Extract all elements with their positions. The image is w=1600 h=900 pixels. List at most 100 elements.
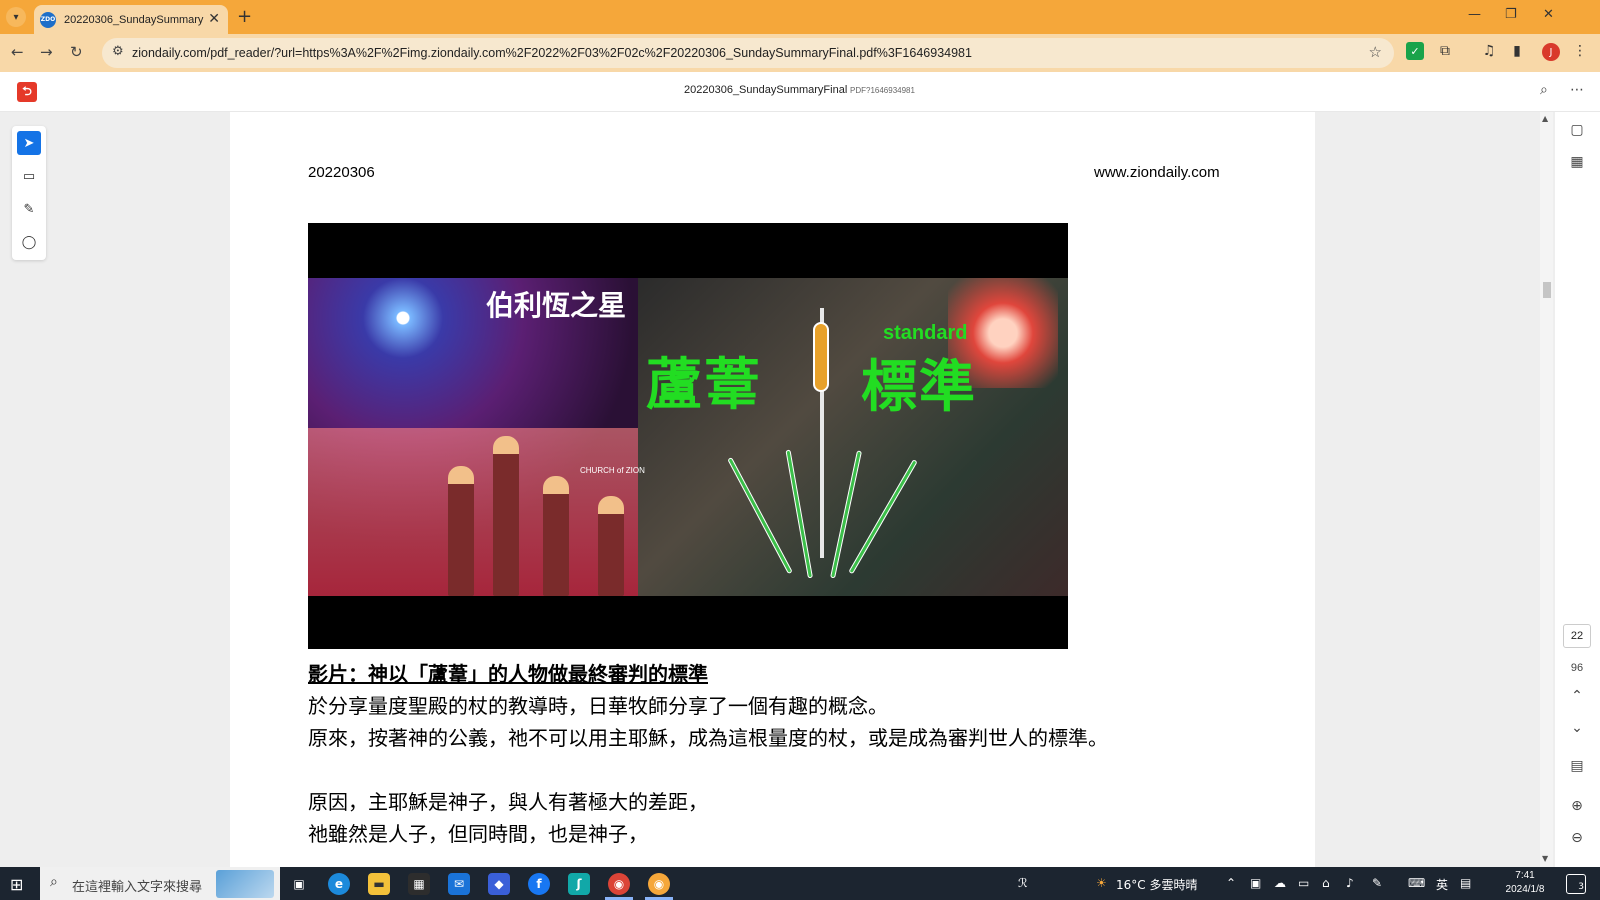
side-panel-icon[interactable]: ▮ (1508, 42, 1526, 60)
task-view-icon[interactable]: ▣ (288, 873, 310, 895)
thumbnails-grid-icon[interactable]: ▦ (1565, 150, 1589, 174)
scroll-down-arrow-icon[interactable]: ▼ (1542, 854, 1548, 863)
navigation-bar: ← → ↻ ⚙ ziondaily.com/pdf_reader/?url=ht… (0, 34, 1600, 72)
zoom-in-icon[interactable]: ⊕ (1565, 794, 1589, 818)
annotation-toolbar: ➤ ▭ ✎ ◯ (12, 126, 46, 260)
chrome-icon[interactable]: ◉ (608, 873, 630, 895)
page-header-date: 20220306 (308, 164, 375, 181)
tab-search-button[interactable]: ▾ (6, 7, 26, 27)
scrollbar-thumb[interactable] (1543, 282, 1551, 298)
current-page-number[interactable]: 22 (1563, 624, 1591, 648)
suited-figure (598, 496, 624, 596)
video-thumbnail-image: 伯利恆之星 蘆葦 standard 標準 CHURCH of ZION (308, 223, 1068, 649)
pdf-viewer-area: ➤ ▭ ✎ ◯ 20220306 www.ziondaily.com 伯利恆之星… (0, 112, 1600, 867)
lasso-icon[interactable]: ◯ (17, 230, 41, 254)
paragraph-line: 祂雖然是人子，但同時間，也是神子， (308, 822, 648, 846)
clock-date: 2024/1/8 (1505, 884, 1545, 895)
new-tab-icon[interactable]: + (237, 6, 252, 27)
pdf-more-icon[interactable]: ⋯ (1570, 82, 1584, 98)
add-comment-icon[interactable]: ▭ (17, 164, 41, 188)
meet-now-icon[interactable]: ▣ (1250, 876, 1261, 890)
next-page-icon[interactable]: ⌄ (1565, 716, 1589, 740)
battery-icon[interactable]: ▭ (1298, 876, 1309, 890)
comments-panel-icon[interactable]: ▢ (1565, 118, 1589, 142)
back-icon[interactable]: ← (11, 43, 24, 61)
pdf-search-icon[interactable]: ⌕ (1540, 82, 1548, 98)
thumbnail-text-reed: 蘆葦 (646, 353, 762, 418)
facebook-icon[interactable]: f (528, 873, 550, 895)
people-icon[interactable]: ℛ (1018, 876, 1028, 890)
reload-icon[interactable]: ↻ (70, 43, 83, 61)
copilot-icon[interactable]: ◆ (488, 873, 510, 895)
zoom-out-icon[interactable]: ⊖ (1565, 826, 1589, 850)
weather-text[interactable]: 16°C 多雲時晴 (1116, 876, 1197, 893)
previous-page-icon[interactable]: ⌃ (1565, 684, 1589, 708)
acrobat-logo-icon: ⮌ (17, 82, 37, 102)
scroll-up-arrow-icon[interactable]: ▲ (1542, 114, 1548, 123)
media-controls-icon[interactable]: ♫ (1480, 42, 1498, 60)
address-bar[interactable]: ⚙ ziondaily.com/pdf_reader/?url=https%3A… (102, 38, 1394, 68)
microsoft-store-icon[interactable]: ▦ (408, 873, 430, 895)
ime-mode-icon[interactable]: ▤ (1460, 876, 1471, 890)
notification-center-icon[interactable]: 3 (1566, 874, 1586, 894)
file-explorer-icon[interactable]: ▬ (368, 873, 390, 895)
suited-figure (448, 466, 474, 596)
pen-icon[interactable]: ✎ (1372, 876, 1382, 890)
forward-icon[interactable]: → (40, 43, 53, 61)
restore-icon[interactable]: ❐ (1505, 7, 1517, 22)
draw-pen-icon[interactable]: ✎ (17, 197, 41, 221)
search-highlight-image (216, 870, 274, 898)
windows-start-icon[interactable]: ⊞ (10, 875, 23, 894)
search-icon: ⌕ (50, 874, 58, 890)
pdf-file-query: PDF?1646934981 (850, 86, 915, 95)
app-script-icon[interactable]: ʃ (568, 873, 590, 895)
ime-indicator[interactable]: 英 (1436, 876, 1448, 893)
weather-icon[interactable]: ☀ (1096, 876, 1107, 890)
notification-count: 3 (1578, 882, 1584, 892)
tab-title: 20220306_SundaySummaryF (64, 13, 204, 26)
show-hidden-icons-icon[interactable]: ⌃ (1226, 876, 1236, 890)
select-cursor-icon[interactable]: ➤ (17, 131, 41, 155)
zion-favicon-icon: ZDO (40, 11, 56, 28)
clock-time: 7:41 (1515, 870, 1535, 881)
bookmark-star-icon[interactable]: ☆ (1369, 43, 1382, 61)
paragraph-line: 原來，按著神的公義，祂不可以用主耶穌，成為這根量度的杖，或是成為審判世人的標準。 (308, 726, 1108, 750)
paragraph-line: 原因，主耶穌是神子，與人有著極大的差距， (308, 790, 708, 814)
keyboard-icon[interactable]: ⌨ (1408, 876, 1425, 890)
pdf-page: 20220306 www.ziondaily.com 伯利恆之星 蘆葦 stan… (230, 112, 1315, 867)
volume-icon[interactable]: ♪ (1346, 876, 1354, 890)
page-info-icon[interactable]: ▤ (1565, 754, 1589, 778)
edge-browser-icon[interactable]: e (328, 873, 350, 895)
url-text: ziondaily.com/pdf_reader/?url=https%3A%2… (132, 46, 972, 60)
taskbar-search-box[interactable]: ⌕ 在這裡輸入文字來搜尋 (40, 867, 280, 900)
browser-menu-icon[interactable]: ⋮ (1571, 42, 1589, 60)
pdf-file-title: 20220306_SundaySummaryFinal (684, 84, 848, 96)
profile-avatar[interactable]: J (1542, 43, 1560, 61)
close-window-icon[interactable]: ✕ (1543, 7, 1554, 22)
browser-tab[interactable]: ZDO 20220306_SundaySummaryF ✕ (34, 5, 228, 34)
thumbnail-text-standard-cn: 標準 (861, 355, 977, 420)
total-pages: 96 (1570, 662, 1584, 674)
video-caption-title[interactable]: 影片：神以「蘆葦」的人物做最終審判的標準 (308, 658, 708, 687)
site-info-icon[interactable]: ⚙ (112, 44, 124, 59)
church-of-zion-logo: CHURCH of ZION (580, 466, 645, 475)
network-icon[interactable]: ⌂ (1322, 876, 1330, 890)
chrome-profile-icon[interactable]: ◉ (648, 873, 670, 895)
extensions-puzzle-icon[interactable]: ⧉ (1436, 42, 1454, 60)
minimize-icon[interactable]: — (1468, 7, 1481, 22)
windows-taskbar: ⊞ ⌕ 在這裡輸入文字來搜尋 ▣ e ▬ ▦ ✉ ◆ f ʃ ◉ ◉ ℛ ☀ 1… (0, 867, 1600, 900)
vertical-scrollbar[interactable]: ▲ ▼ (1540, 112, 1553, 867)
pdf-viewer-header: ⮌ 20220306_SundaySummaryFinal PDF?164693… (0, 72, 1600, 112)
paragraph-line: 於分享量度聖殿的杖的教導時，日華牧師分享了一個有趣的概念。 (308, 694, 888, 718)
suited-figure (493, 436, 519, 596)
thumbnail-artwork: 伯利恆之星 蘆葦 standard 標準 CHURCH of ZION (308, 278, 1068, 596)
title-bar: ▾ ZDO 20220306_SundaySummaryF ✕ + — ❐ ✕ (0, 0, 1600, 34)
tab-close-icon[interactable]: ✕ (208, 11, 220, 27)
mail-icon[interactable]: ✉ (448, 873, 470, 895)
extension-check-icon[interactable]: ✓ (1406, 42, 1424, 60)
reed-head (813, 322, 829, 392)
suited-figure (543, 476, 569, 596)
thumbnail-text-star: 伯利恆之星 (486, 289, 627, 322)
onedrive-icon[interactable]: ☁ (1274, 876, 1286, 890)
system-clock[interactable]: 7:41 2024/1/8 (1500, 869, 1550, 897)
